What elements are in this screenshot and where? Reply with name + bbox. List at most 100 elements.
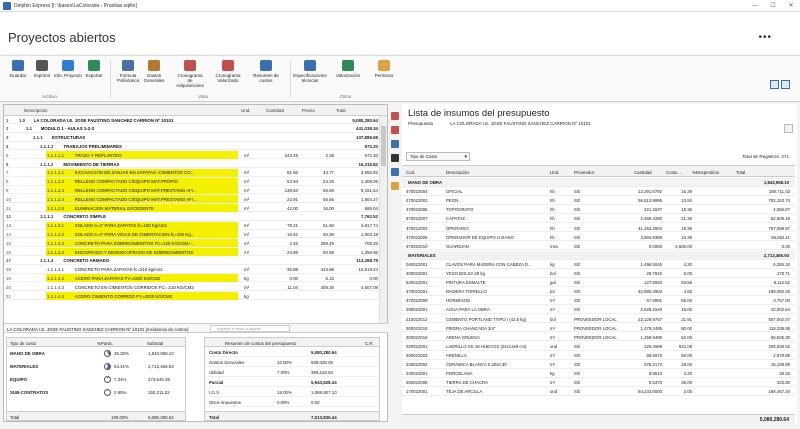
budget-row[interactable]: 20 1.1.1.4.3 CONCRETO EN CIMIENTOS CORRIDO… bbox=[4, 283, 380, 292]
budget-row[interactable]: 2 1.1 MODULO 1 - AULAS 1-2-3 441,038.34 bbox=[4, 125, 380, 133]
cost-type-row[interactable]: MATERIALES 53.41% 2,713,465.93 bbox=[7, 361, 185, 372]
group-row[interactable]: MANO DE OBRA 1,843,958.10 bbox=[402, 178, 795, 187]
insumo-row[interactable]: 300022001 YESO BOLSA 28 kg bol S/0 29.7842 6.… bbox=[402, 269, 795, 278]
budget-scrollbar[interactable] bbox=[379, 116, 387, 326]
insumo-row[interactable]: 300022016 ARENA GRUESA m³ PROVEEDOR LOCAL 1,… bbox=[402, 333, 795, 342]
insumo-row[interactable]: 170022001 TEJA DE ARCILLA und S/0 84,233.600… bbox=[402, 387, 795, 397]
insumo-row[interactable]: 470022001 MADERA TORNILLO p2 S/0 40,880.4903… bbox=[402, 287, 795, 296]
budget-row[interactable]: 14 1.1.1.3.2 SOLADO e=4" PARA VIGAS DE CIM… bbox=[4, 230, 380, 239]
folder-icon[interactable] bbox=[391, 182, 399, 190]
col-desperdicio[interactable]: %Desperdicio bbox=[692, 170, 719, 175]
ribbon-button-7[interactable]: Cronograma Valorizado bbox=[214, 60, 242, 83]
item-price: 443.68 bbox=[320, 267, 334, 273]
ribbon-button-6[interactable]: Cronograma de Adquisiciones bbox=[176, 60, 204, 88]
col-cantidad[interactable]: Cantidad bbox=[634, 170, 652, 175]
budget-row[interactable]: 15 1.1.1.3.3 CONCRETO PARA SOBRECIMIENTOS … bbox=[4, 239, 380, 248]
insumo-row[interactable]: 470022006 TOPOGRAFO hh S/0 221.4637 18.36 4,06… bbox=[402, 205, 795, 215]
insumo-row[interactable]: 230022001 PORCELANA kg S/0 8.8513 3.20 28.32 bbox=[402, 369, 795, 378]
scroll-thumb[interactable] bbox=[381, 126, 386, 166]
budget-row[interactable]: 8 1.1.1.2.2 RELLENO COMPACTADO C/EQUIPO MA… bbox=[4, 177, 380, 186]
layout-grid-icon[interactable] bbox=[781, 80, 790, 89]
layout-split-icon[interactable] bbox=[770, 80, 779, 89]
budget-row[interactable]: 19 1.1.1.4.2 ACERO PARA ZAPATAS FY=4200 KG… bbox=[4, 274, 380, 283]
budget-row[interactable]: 21 1.1.1.4.4 ACERO CIMIENTO CORRIDO FY=420… bbox=[4, 292, 380, 300]
cost-type-row[interactable]: EQUIPO 7.34% 372,645.59 bbox=[7, 374, 185, 385]
ribbon-button-5[interactable]: Gastos Generales bbox=[140, 60, 168, 83]
group-row[interactable]: MATERIALES 2,713,465.93 bbox=[402, 250, 795, 260]
minimize-button[interactable]: — bbox=[746, 0, 764, 12]
col-cod[interactable]: Cod. bbox=[406, 170, 415, 175]
budget-row[interactable]: 17 1.1.1.4 CONCRETO ARMADO 113,268.75 bbox=[4, 257, 380, 265]
budget-row[interactable]: 10 1.1.1.2.4 RELLENO COMPACTADO C/EQUIPO M… bbox=[4, 195, 380, 204]
list-icon[interactable] bbox=[391, 168, 399, 176]
insumo-row[interactable]: 300022005 TIERRA DE CHACRA m³ S/0 9.5370 35.0… bbox=[402, 378, 795, 387]
budget-row[interactable]: 16 1.1.1.3.4 ENCOFRADO Y DESENCOFRADO DE S… bbox=[4, 248, 380, 256]
ribbon-button-11[interactable]: Permisos bbox=[370, 60, 398, 78]
more-options-button[interactable]: ••• bbox=[758, 32, 772, 43]
insumo-row[interactable]: 470022009 HORMIGON m³ S/0 67.0891 56.00 3,757.… bbox=[402, 296, 795, 306]
budget-row[interactable]: 7 1.1.1.2.1 EXCAVACION DE ZANJAS EN ZAPATA… bbox=[4, 168, 380, 177]
group-total: 2,713,465.93 bbox=[763, 252, 789, 258]
budget-row[interactable]: 4 1.1.1.1 TRABAJOS PRELIMINARES 572.20 bbox=[4, 142, 380, 151]
budget-row[interactable]: 1 1.0 LA COLORADA I.E. JOSE FAUSTINO SANCH… bbox=[4, 116, 380, 124]
insumo-row[interactable]: 210022012 CEMENTO PORTLAND TTIPO I (42.5 … bbox=[402, 315, 795, 324]
budget-row[interactable]: 13 1.1.1.3.1 SOLADO e=4" PARA ZAPATAS fc=1… bbox=[4, 221, 380, 230]
cost-type-row[interactable]: MANO DE OBRA 36.30% 1,843,958.10 bbox=[7, 348, 185, 359]
cost-type-filter[interactable]: Tipo de Costo bbox=[406, 152, 470, 161]
ribbon-button-10[interactable]: Valorización bbox=[334, 60, 362, 78]
col-descripcion[interactable]: Descripción bbox=[446, 170, 469, 175]
budget-row[interactable]: 5 1.1.1.1.1 TRAZO Y REPLANTEO m² 243.49 2.35 5… bbox=[4, 151, 380, 160]
cost-type-row[interactable]: SUB-CONTRATOS 2.95% 150,211.02 bbox=[7, 387, 185, 398]
item-unit: m³ bbox=[244, 205, 250, 211]
insumo-row[interactable]: 470022010 GUARDIAN mes S/0 0.0000 2,600.00 0.0… bbox=[402, 242, 795, 251]
insumo-row[interactable]: 040022001 CLAVOS PARA MADERA CON CABEZA D… bbox=[402, 260, 795, 269]
ribbon-button-2[interactable]: Info. Proyecto bbox=[54, 60, 82, 78]
insumo-row[interactable]: 020022001 LADRILLO KK 18 HUECOS (24x13x9 … bbox=[402, 342, 795, 351]
item-description: TRABAJOS PRELIMINARES bbox=[63, 143, 122, 149]
budget-row[interactable]: 6 1.1.1.2 MOVIMIENTO DE TIERRAS 16,315.82 bbox=[4, 160, 380, 168]
insumo-row[interactable]: 470022005 OPERADOR DE EQUIPO LIVIANO hh S/0… bbox=[402, 233, 795, 242]
insumo-row[interactable]: 540022001 PINTURA ESMALTE gal S/0 127.8003 63… bbox=[402, 278, 795, 287]
col-proveedor[interactable]: Proveedor bbox=[574, 170, 594, 175]
insumo-row[interactable]: 470022002 PEON hh S/0 56,513.9985 13.84 782,15… bbox=[402, 196, 795, 205]
budget-row[interactable]: 11 1.1.1.2.5 ELIMINACION MATERIAL EXCEDENT… bbox=[4, 204, 380, 212]
insumo-row[interactable]: 470022003 OPERARIO hh S/0 41,263.3604 18.36 75… bbox=[402, 224, 795, 233]
col-costo[interactable]: Costo ... bbox=[666, 170, 682, 175]
ribbon-button-3[interactable]: Exportar bbox=[80, 60, 108, 78]
collapse-icon[interactable] bbox=[784, 124, 793, 133]
insumo-row[interactable]: 230022002 CERAMICA BLANCA 0.20x0.30 m² S/0 5… bbox=[402, 360, 795, 369]
insumo-row[interactable]: 290022001 AGUA PARA LA OBRA m³ S/0 2,625.164… bbox=[402, 305, 795, 315]
insumo-cant: 8.8513 bbox=[648, 371, 662, 377]
insumo-row[interactable]: 300022015 PIEDRA CHANCADA 3/4" m³ PROVEEDOR… bbox=[402, 324, 795, 333]
summary-pct: 10.00% bbox=[277, 360, 292, 365]
col-precio[interactable]: Precio bbox=[302, 108, 315, 113]
ribbon-button-8[interactable]: Resumen de costos bbox=[252, 60, 280, 83]
close-panel-icon[interactable] bbox=[391, 126, 399, 134]
close-button[interactable]: ✕ bbox=[782, 0, 800, 12]
item-code: 1.1.1.4.1 bbox=[47, 267, 65, 273]
col-und[interactable]: Und. bbox=[550, 170, 559, 175]
budget-row[interactable]: 9 1.1.1.2.3 RELLENO COMPACTADO C/EQUIPO MA… bbox=[4, 186, 380, 195]
budget-row[interactable]: 18 1.1.1.4.1 CONCRETO PARA ZAPATAS fc=210 … bbox=[4, 266, 380, 274]
insumo-row[interactable]: 470022007 CAPATAZ hh S/0 2,459.4280 21.35 52,5… bbox=[402, 214, 795, 224]
col-descripcion[interactable]: Descripción bbox=[24, 108, 48, 113]
formula-icon bbox=[122, 60, 134, 71]
text-format-icon[interactable] bbox=[391, 154, 399, 162]
ribbon-button-9[interactable]: Especificaciones técnicas bbox=[293, 60, 327, 83]
col-cantidad[interactable]: Cantidad bbox=[266, 108, 284, 113]
insumo-row[interactable]: 300022003 ARENILLA m³ S/0 59.5972 50.00 2,979.… bbox=[402, 351, 795, 360]
ribbon-button-4[interactable]: Fórmula Polinómica bbox=[114, 60, 142, 83]
col-total[interactable]: Total bbox=[736, 170, 745, 175]
insumo-prov: S/0 bbox=[574, 389, 581, 395]
insumo-row[interactable]: 470022004 OFICIAL hh S/0 12,391.8792 15.39 190… bbox=[402, 187, 795, 196]
permissions-icon bbox=[378, 60, 390, 71]
budget-row[interactable]: 12 1.1.1.3 CONCRETO SIMPLE 7,762.52 bbox=[4, 213, 380, 221]
ribbon-button-1[interactable]: Imprimir bbox=[28, 60, 56, 78]
search-input[interactable]: Ingrese el texto a buscar bbox=[210, 325, 290, 332]
budget-row[interactable]: 3 1.1.1 ESTRUCTURAS 137,889.58 bbox=[4, 134, 380, 142]
document-icon[interactable] bbox=[391, 140, 399, 148]
col-total[interactable]: Total bbox=[336, 108, 346, 113]
delete-icon[interactable] bbox=[391, 112, 399, 120]
maximize-button[interactable]: ☐ bbox=[764, 0, 782, 12]
col-und[interactable]: Und. bbox=[241, 108, 251, 113]
